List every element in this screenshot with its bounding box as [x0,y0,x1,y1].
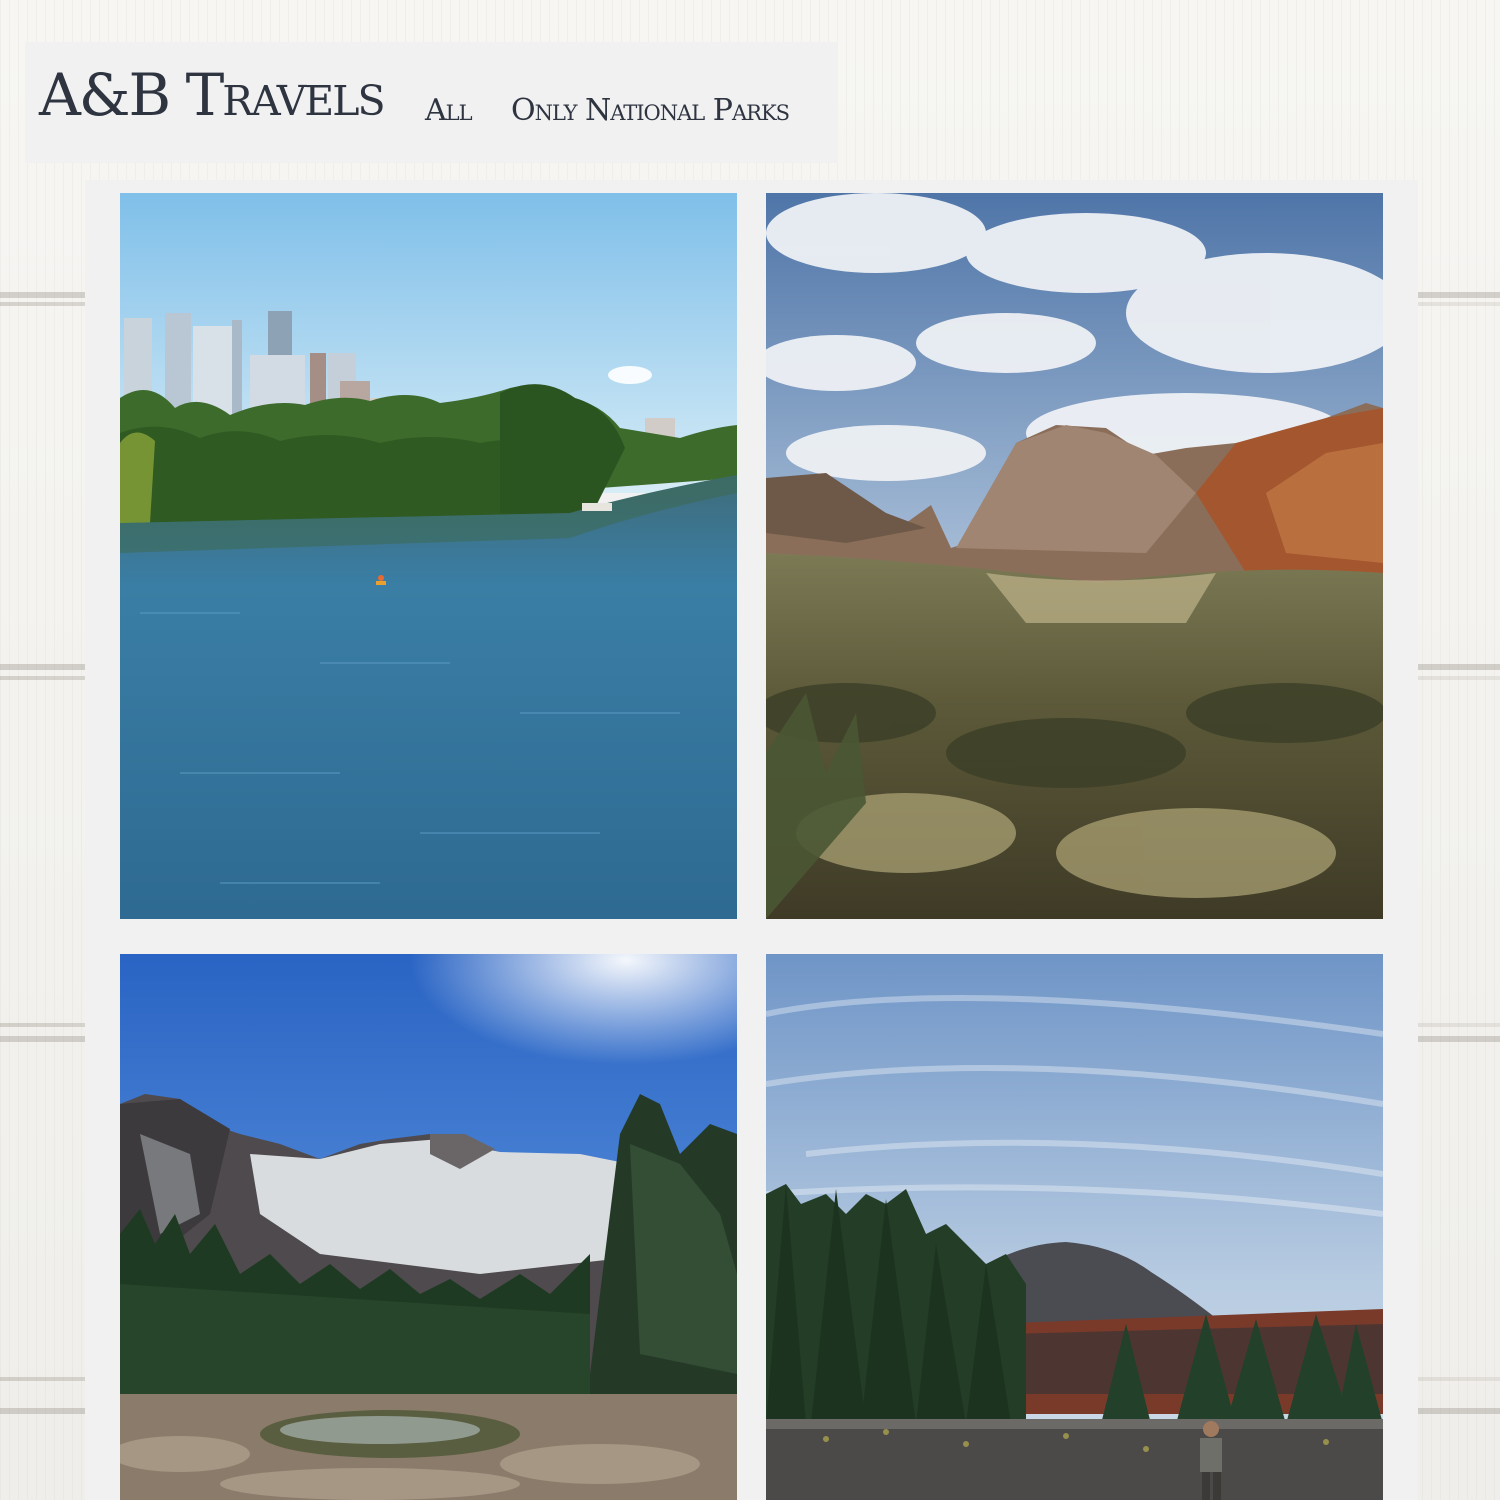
nav-link-all[interactable]: All [425,96,473,126]
gallery-photo-desert-mountain[interactable] [766,193,1383,919]
desert-mountain-photo-icon [766,193,1383,919]
gallery-photo-alpine-lake[interactable] [120,954,737,1500]
gallery-photo-city-lake[interactable] [120,193,737,919]
site-brand[interactable]: A&B Travels [39,66,386,124]
site-header: A&B Travels All Only National Parks [25,42,838,163]
volcanic-cone-photo-icon [766,954,1383,1500]
photo-gallery [85,180,1418,1500]
city-lake-photo-icon [120,193,737,919]
nav-link-national-parks[interactable]: Only National Parks [511,96,790,126]
gallery-photo-volcanic-cone[interactable] [766,954,1383,1500]
alpine-lake-photo-icon [120,954,737,1500]
